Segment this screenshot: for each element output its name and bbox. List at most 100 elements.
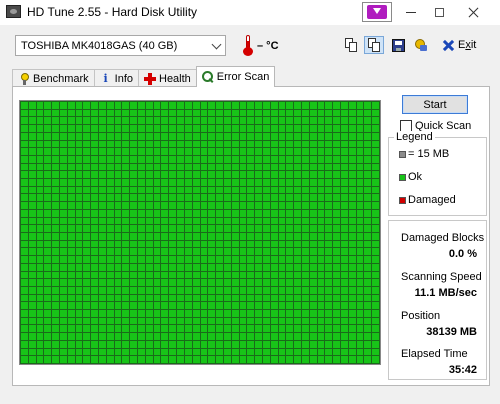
copy-button[interactable] [341,36,361,54]
scan-block [52,302,60,310]
start-button[interactable]: Start [402,95,468,114]
save-button[interactable] [388,36,408,54]
media-button[interactable] [362,2,392,22]
tab-health[interactable]: Health [138,69,197,87]
scan-block [239,263,247,271]
scan-block [99,333,106,340]
scan-block [340,256,348,263]
title-bar[interactable]: HD Tune 2.55 - Hard Disk Utility [0,0,500,25]
scan-block [286,348,294,356]
scan-block [44,325,52,333]
scan-block [60,348,67,356]
scan-block [262,186,270,194]
scan-block [161,179,169,186]
scan-block [21,340,28,348]
scan-block [161,356,169,363]
scan-block [122,194,130,202]
scan-block [67,132,75,140]
scan-block [372,248,379,256]
media-button-icon [367,5,387,19]
scan-block [231,148,239,155]
scan-block [192,340,200,348]
scan-block [184,333,192,340]
exit-button[interactable]: Exit [443,36,476,54]
scan-block [21,240,28,248]
scan-block [192,225,200,232]
scan-block [239,294,247,302]
scan-block [99,317,106,325]
drive-select[interactable]: TOSHIBA MK4018GAS (40 GB) [15,35,226,56]
scan-block [364,256,372,263]
scan-block [184,233,192,240]
scan-block [36,109,44,117]
scan-block [356,186,364,194]
scan-block [223,271,231,279]
scan-block [153,202,161,209]
tab-info[interactable]: Info [93,69,139,87]
scan-block [106,263,114,271]
scan-block [278,294,286,302]
scan-block [60,325,67,333]
scan-block [356,294,364,302]
scan-block [83,171,91,179]
scan-block [309,194,317,202]
scan-block [130,302,138,310]
scan-block [21,102,28,109]
scan-block [223,102,231,109]
scan-block [239,333,247,340]
scan-block [192,109,200,117]
scan-block [67,102,75,109]
options-button[interactable] [411,36,431,54]
scan-block [255,155,262,163]
health-cross-icon [144,72,156,85]
scan-block [216,340,223,348]
scan-block [239,325,247,333]
scan-block [278,286,286,294]
scan-block [99,271,106,279]
scan-block [177,132,184,140]
scan-block [348,340,356,348]
scan-block [286,279,294,286]
scan-block [114,233,122,240]
scan-block [52,248,60,256]
scan-block [75,179,83,186]
scan-block [52,140,60,148]
scan-block [255,310,262,317]
scan-block [60,263,67,271]
scan-block [309,356,317,363]
maximize-button[interactable] [422,0,456,25]
scan-block [364,102,372,109]
scan-block [231,340,239,348]
scan-block [75,294,83,302]
copy-all-button[interactable] [364,36,384,54]
scan-block [106,279,114,286]
legend-label-damaged: Damaged [408,194,456,206]
scan-block [91,217,99,225]
scan-block [91,294,99,302]
scan-block [231,117,239,125]
legend-group: Legend = 15 MB Ok Damaged [388,131,487,216]
tab-benchmark[interactable]: Benchmark [12,69,95,87]
scan-block [333,171,340,179]
scan-block [216,109,223,117]
scan-block [153,117,161,125]
scan-block [372,325,379,333]
scan-block [239,109,247,117]
tab-error-scan[interactable]: Error Scan [195,66,276,87]
scan-block [294,117,301,125]
scan-block [216,356,223,363]
scan-block [247,125,255,132]
scan-block [356,233,364,240]
scan-block [28,248,36,256]
scan-block [36,179,44,186]
scan-block [208,148,216,155]
scan-block [99,155,106,163]
scan-block [294,256,301,263]
scan-block [91,179,99,186]
scan-block [122,294,130,302]
scan-block [356,217,364,225]
scan-block [364,325,372,333]
scan-block [21,125,28,132]
scan-block [208,155,216,163]
close-button[interactable] [456,0,490,25]
